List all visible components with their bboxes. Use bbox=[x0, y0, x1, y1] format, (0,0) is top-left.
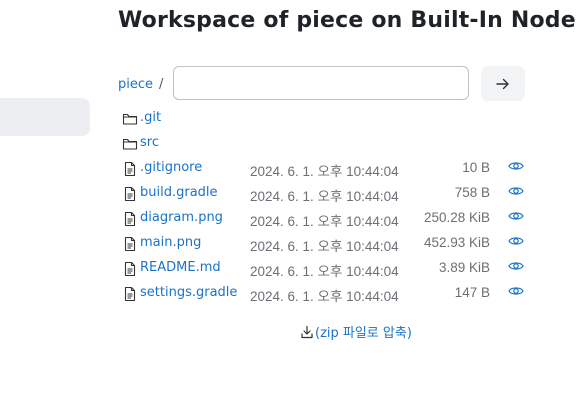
folder-icon bbox=[122, 113, 138, 125]
download-icon bbox=[301, 325, 313, 338]
eye-icon[interactable] bbox=[508, 183, 524, 199]
file-icon bbox=[124, 211, 136, 227]
eye-icon[interactable] bbox=[508, 233, 524, 249]
file-name[interactable]: settings.gradle bbox=[140, 285, 237, 300]
file-icon bbox=[124, 161, 136, 177]
file-size: 10 B bbox=[462, 160, 490, 175]
file-row[interactable]: .gitignore 2024. 6. 1. 오후 10:44:04 10 B bbox=[120, 158, 540, 180]
file-date: 2024. 6. 1. 오후 10:44:04 bbox=[250, 214, 399, 229]
file-size: 758 B bbox=[454, 185, 490, 200]
file-icon bbox=[124, 261, 136, 277]
file-name[interactable]: .gitignore bbox=[140, 160, 202, 175]
zip-download-link[interactable]: (zip 파일로 압축) bbox=[300, 322, 412, 341]
file-size: 452.93 KiB bbox=[423, 235, 490, 250]
file-size: 3.89 KiB bbox=[438, 260, 490, 275]
directory-name[interactable]: src bbox=[140, 135, 159, 150]
file-icon bbox=[124, 286, 136, 302]
file-date: 2024. 6. 1. 오후 10:44:04 bbox=[250, 264, 399, 279]
file-row[interactable]: build.gradle 2024. 6. 1. 오후 10:44:04 758… bbox=[120, 183, 540, 205]
folder-icon bbox=[122, 138, 138, 150]
file-date: 2024. 6. 1. 오후 10:44:04 bbox=[250, 164, 399, 179]
eye-icon[interactable] bbox=[508, 283, 524, 299]
file-icon bbox=[124, 236, 136, 252]
arrow-right-icon bbox=[496, 78, 509, 89]
breadcrumb-separator: / bbox=[159, 77, 164, 92]
path-input[interactable] bbox=[173, 66, 469, 100]
file-row[interactable]: README.md 2024. 6. 1. 오후 10:44:04 3.89 K… bbox=[120, 258, 540, 280]
file-name[interactable]: main.png bbox=[140, 235, 201, 250]
file-row[interactable]: diagram.png 2024. 6. 1. 오후 10:44:04 250.… bbox=[120, 208, 540, 230]
file-size: 250.28 KiB bbox=[423, 210, 490, 225]
directory-row[interactable]: .git bbox=[120, 108, 540, 130]
zip-link-label: (zip 파일로 압축) bbox=[315, 326, 412, 341]
breadcrumb-root[interactable]: piece bbox=[118, 77, 153, 92]
directory-row[interactable]: src bbox=[120, 133, 540, 155]
file-size: 147 B bbox=[454, 285, 490, 300]
file-name[interactable]: build.gradle bbox=[140, 185, 218, 200]
eye-icon[interactable] bbox=[508, 158, 524, 174]
file-row[interactable]: main.png 2024. 6. 1. 오후 10:44:04 452.93 … bbox=[120, 233, 540, 255]
file-date: 2024. 6. 1. 오후 10:44:04 bbox=[250, 239, 399, 254]
go-button[interactable] bbox=[481, 66, 525, 101]
file-date: 2024. 6. 1. 오후 10:44:04 bbox=[250, 189, 399, 204]
eye-icon[interactable] bbox=[508, 208, 524, 224]
file-date: 2024. 6. 1. 오후 10:44:04 bbox=[250, 289, 399, 304]
file-name[interactable]: README.md bbox=[140, 260, 221, 275]
file-row[interactable]: settings.gradle 2024. 6. 1. 오후 10:44:04 … bbox=[120, 283, 540, 305]
eye-icon[interactable] bbox=[508, 258, 524, 274]
directory-name[interactable]: .git bbox=[140, 110, 161, 125]
file-name[interactable]: diagram.png bbox=[140, 210, 223, 225]
page-title: Workspace of piece on Built-In Node bbox=[118, 8, 576, 33]
file-icon bbox=[124, 186, 136, 202]
sidebar-active-item[interactable] bbox=[0, 98, 90, 136]
